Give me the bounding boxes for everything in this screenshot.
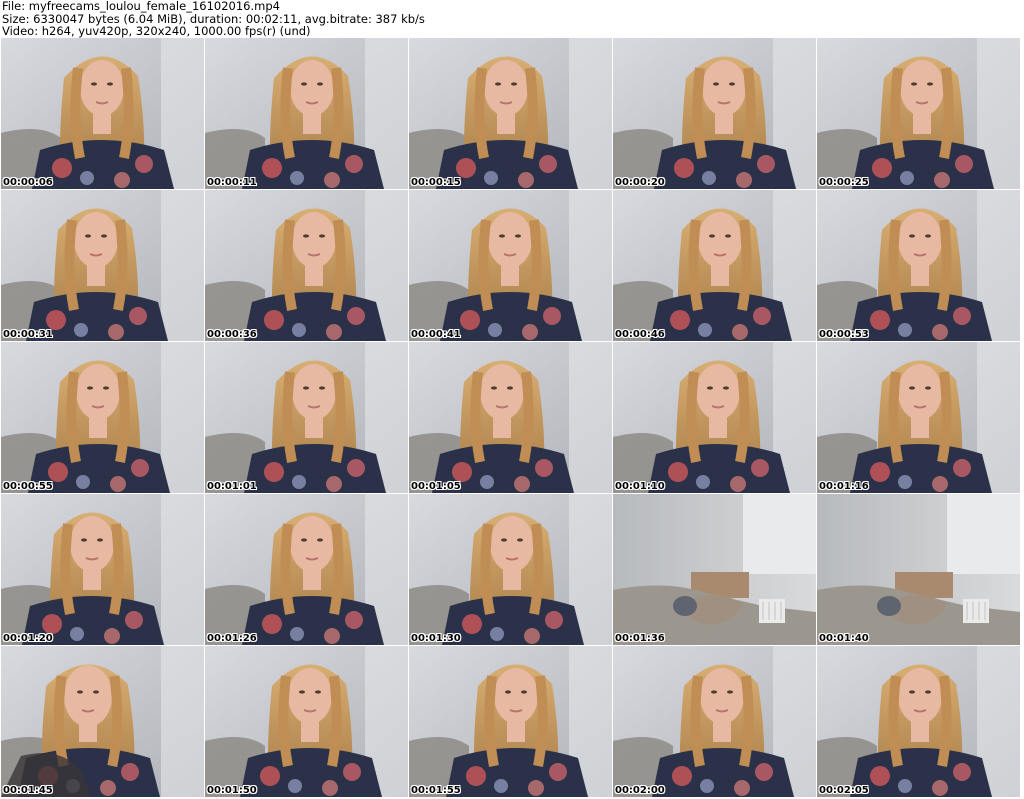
timestamp-label: 00:00:06 (3, 177, 53, 188)
video-thumbnail: 00:01:01 (205, 342, 408, 493)
timestamp-label: 00:01:55 (411, 785, 461, 796)
person-frame-image (205, 646, 408, 797)
person-frame-image (817, 342, 1020, 493)
timestamp-label: 00:01:45 (3, 785, 53, 796)
video-thumbnail: 00:00:11 (205, 38, 408, 189)
video-thumbnail: 00:00:15 (409, 38, 612, 189)
video-thumbnail: 00:01:45 (1, 646, 204, 797)
timestamp-label: 00:01:16 (819, 481, 869, 492)
room-frame-image (613, 494, 816, 645)
video-thumbnail: 00:01:20 (1, 494, 204, 645)
person-frame-image (1, 190, 204, 341)
timestamp-label: 00:01:05 (411, 481, 461, 492)
video-thumbnail: 00:01:16 (817, 342, 1020, 493)
timestamp-label: 00:00:55 (3, 481, 53, 492)
person-frame-image (1, 342, 204, 493)
person-frame-image (613, 342, 816, 493)
timestamp-label: 00:02:00 (615, 785, 665, 796)
video-info-line: Video: h264, yuv420p, 320x240, 1000.00 f… (2, 24, 311, 38)
video-thumbnail: 00:00:20 (613, 38, 816, 189)
person-frame-image (409, 342, 612, 493)
file-name-line: File: myfreecams_loulou_female_16102016.… (2, 0, 280, 13)
timestamp-label: 00:01:01 (207, 481, 257, 492)
video-thumbnail: 00:01:40 (817, 494, 1020, 645)
person-frame-image (409, 494, 612, 645)
person-frame-image (817, 38, 1020, 189)
video-thumbnail: 00:01:10 (613, 342, 816, 493)
person-frame-image (1, 646, 204, 797)
room-frame-image (817, 494, 1020, 645)
person-frame-image (613, 38, 816, 189)
video-thumbnail: 00:00:41 (409, 190, 612, 341)
person-frame-image (1, 38, 204, 189)
video-thumbnail: 00:01:50 (205, 646, 408, 797)
video-thumbnail: 00:00:06 (1, 38, 204, 189)
person-frame-image (1, 494, 204, 645)
video-thumbnail: 00:01:36 (613, 494, 816, 645)
video-thumbnail: 00:02:05 (817, 646, 1020, 797)
video-thumbnail: 00:00:53 (817, 190, 1020, 341)
timestamp-label: 00:00:15 (411, 177, 461, 188)
timestamp-label: 00:01:50 (207, 785, 257, 796)
video-thumbnail: 00:01:30 (409, 494, 612, 645)
video-thumbnail: 00:00:46 (613, 190, 816, 341)
timestamp-label: 00:01:30 (411, 633, 461, 644)
person-frame-image (205, 342, 408, 493)
person-frame-image (613, 190, 816, 341)
timestamp-label: 00:00:11 (207, 177, 257, 188)
timestamp-label: 00:00:41 (411, 329, 461, 340)
thumbnail-grid: 00:00:06 00:00:11 00:00:15 00:00:20 00:0… (1, 38, 1020, 797)
person-frame-image (409, 646, 612, 797)
person-frame-image (613, 646, 816, 797)
video-thumbnail: 00:00:55 (1, 342, 204, 493)
video-thumbnail: 00:02:00 (613, 646, 816, 797)
person-frame-image (409, 38, 612, 189)
video-thumbnail: 00:01:55 (409, 646, 612, 797)
timestamp-label: 00:00:36 (207, 329, 257, 340)
person-frame-image (817, 190, 1020, 341)
timestamp-label: 00:01:20 (3, 633, 53, 644)
timestamp-label: 00:01:36 (615, 633, 665, 644)
video-thumbnail: 00:01:26 (205, 494, 408, 645)
person-frame-image (409, 190, 612, 341)
timestamp-label: 00:02:05 (819, 785, 869, 796)
timestamp-label: 00:01:26 (207, 633, 257, 644)
timestamp-label: 00:01:40 (819, 633, 869, 644)
person-frame-image (817, 646, 1020, 797)
timestamp-label: 00:00:53 (819, 329, 869, 340)
video-thumbnail: 00:00:25 (817, 38, 1020, 189)
video-thumbnail: 00:00:31 (1, 190, 204, 341)
person-frame-image (205, 190, 408, 341)
video-thumbnail: 00:01:05 (409, 342, 612, 493)
timestamp-label: 00:01:10 (615, 481, 665, 492)
timestamp-label: 00:00:31 (3, 329, 53, 340)
person-frame-image (205, 494, 408, 645)
timestamp-label: 00:00:20 (615, 177, 665, 188)
timestamp-label: 00:00:46 (615, 329, 665, 340)
file-info-header: File: myfreecams_loulou_female_16102016.… (2, 0, 1022, 38)
video-thumbnail: 00:00:36 (205, 190, 408, 341)
person-frame-image (205, 38, 408, 189)
timestamp-label: 00:00:25 (819, 177, 869, 188)
